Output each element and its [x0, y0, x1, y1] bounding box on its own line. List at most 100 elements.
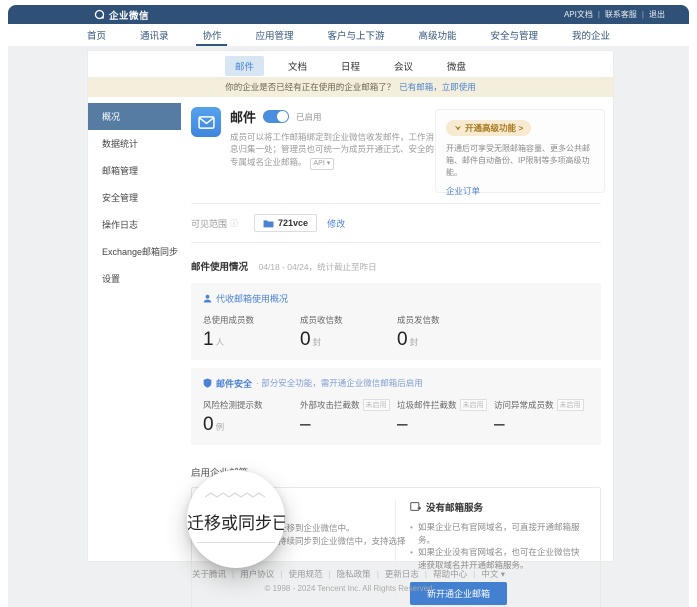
footer-links: 关于腾讯| 用户协议| 使用规范| 隐私政策| 更新日志| 帮助中心| 中文 ▾ — [8, 568, 689, 580]
stat-risk-alerts: 风险检测提示数 0例 — [203, 399, 300, 436]
tab-drive[interactable]: 微盘 — [437, 56, 476, 76]
footer-language-select[interactable]: 中文 ▾ — [481, 568, 505, 580]
sidebar-item-exchange-sync[interactable]: Exchange邮箱同步 — [88, 238, 181, 265]
footer: 关于腾讯| 用户协议| 使用规范| 隐私政策| 更新日志| 帮助中心| 中文 ▾… — [8, 568, 689, 593]
bullet: 如果企业已有官网域名，可直接开通邮箱服务。 — [410, 521, 586, 547]
nav-tab-app-management[interactable]: 应用管理 — [253, 24, 295, 46]
stat-value: 1 — [203, 330, 214, 351]
no-mailbox-header: 没有邮箱服务 — [410, 500, 586, 514]
tab-schedule[interactable]: 日程 — [331, 56, 370, 76]
edit-visibility-link[interactable]: 修改 — [327, 217, 345, 230]
tab-mail[interactable]: 邮件 — [225, 56, 264, 76]
stat-value: 0 — [300, 330, 311, 351]
magnified-rule — [197, 542, 275, 543]
footer-link-about[interactable]: 关于腾讯 — [192, 568, 226, 580]
sidebar-item-settings[interactable]: 设置 — [88, 265, 181, 292]
shield-icon — [203, 378, 212, 388]
stat-sent-mails: 成员发信数 0封 — [397, 314, 494, 351]
tab-meeting[interactable]: 会议 — [384, 56, 423, 76]
status-badge: 未启用 — [460, 399, 487, 411]
topbar-links: API文档 | 联系客服 | 退出 — [564, 9, 665, 20]
notice-bar: 你的企业是否已经有正在使用的企业邮箱了？ 已有邮箱，立即使用 — [88, 77, 613, 97]
api-docs-link[interactable]: API文档 — [564, 9, 593, 20]
app-title: 邮件 — [230, 107, 256, 126]
enterprise-orders-link[interactable]: 企业订单 — [446, 185, 480, 197]
divider: | — [280, 569, 282, 579]
no-mailbox-bullets: 如果企业已有官网域名，可直接开通邮箱服务。 如果企业没有官网域名，也可在企业微信… — [410, 521, 586, 572]
status-badge: 未启用 — [557, 399, 584, 411]
magnified-text: 迁移或同步已 — [187, 509, 285, 534]
premium-promo-box: 开通高级功能 > 开通后可享受无限邮箱容量、更多公共邮箱、邮件自动备份、IP限制… — [435, 109, 605, 193]
contact-support-link[interactable]: 联系客服 — [605, 9, 637, 20]
notice-action-link[interactable]: 已有邮箱，立即使用 — [399, 81, 476, 93]
logout-link[interactable]: 退出 — [649, 9, 665, 20]
magnifier-bubble: 迁移或同步已 — [187, 470, 285, 568]
proxy-mailbox-panel: 代收邮箱使用概况 总使用成员数 1人 成员收信数 0封 — [191, 283, 601, 360]
nav-tab-security-management[interactable]: 安全与管理 — [489, 24, 541, 46]
side-nav: 概况 数据统计 邮箱管理 安全管理 操作日志 Exchange邮箱同步 设置 — [88, 97, 181, 607]
main-card: 邮件 文档 日程 会议 微盘 你的企业是否已经有正在使用的企业邮箱了？ 已有邮箱… — [87, 50, 614, 562]
collab-subtabs: 邮件 文档 日程 会议 微盘 — [88, 51, 613, 77]
content-area: 邮件 文档 日程 会议 微盘 你的企业是否已经有正在使用的企业邮箱了？ 已有邮箱… — [8, 46, 689, 607]
magnified-squiggle — [205, 486, 267, 504]
security-panel-title-row: 邮件安全 · 部分安全功能，需开通企业微信邮箱后启用 — [203, 377, 589, 390]
divider: | — [328, 569, 330, 579]
card-body: 概况 数据统计 邮箱管理 安全管理 操作日志 Exchange邮箱同步 设置 — [88, 97, 613, 607]
app-info: 邮件 已启用 成员可以将工作邮箱绑定到企业微信收发邮件，工作消息归集一处；管理员… — [191, 107, 435, 193]
proxy-stats: 总使用成员数 1人 成员收信数 0封 成员发信数 0封 — [203, 314, 589, 351]
sidebar-item-mailbox-management[interactable]: 邮箱管理 — [88, 157, 181, 184]
premium-promo-text: 开通后可享受无限邮箱容量、更多公共邮箱、邮件自动备份、IP限制等多项高级功能。 — [446, 143, 594, 179]
divider: | — [232, 569, 234, 579]
visibility-row: 可见范围 ⓘ 721vce 修改 — [191, 214, 601, 232]
divider — [191, 242, 601, 243]
stat-external-attacks-blocked: 外部攻击拦截数未启用 – — [300, 399, 397, 436]
divider: | — [377, 569, 379, 579]
stat-spam-blocked: 垃圾邮件拦截数未启用 – — [397, 399, 494, 436]
brand-logo: 企业微信 — [94, 8, 149, 22]
main-nav: 首页 通讯录 协作 应用管理 客户与上下游 高级功能 安全与管理 我的企业 — [8, 24, 689, 46]
divider: | — [598, 10, 600, 19]
footer-link-changelog[interactable]: 更新日志 — [385, 568, 419, 580]
stat-abnormal-access-members: 访问异常成员数未启用 – — [494, 399, 591, 436]
app-header-row: 邮件 已启用 成员可以将工作邮箱绑定到企业微信收发邮件，工作消息归集一处；管理员… — [191, 107, 601, 193]
security-panel-note: · 部分安全功能，需开通企业微信邮箱后启用 — [256, 377, 423, 389]
copyright: © 1998 - 2024 Tencent Inc. All Rights Re… — [8, 584, 689, 593]
brand-name: 企业微信 — [109, 8, 149, 22]
mail-enabled-toggle[interactable] — [263, 110, 289, 123]
visibility-scope-chip: 721vce — [254, 214, 317, 232]
nav-tab-collaboration[interactable]: 协作 — [200, 24, 223, 46]
tab-docs[interactable]: 文档 — [278, 56, 317, 76]
envelope-new-icon — [410, 502, 421, 511]
mail-app-icon — [191, 107, 221, 137]
mail-security-panel: 邮件安全 · 部分安全功能，需开通企业微信邮箱后启用 风险检测提示数 0例 外部… — [191, 368, 601, 445]
footer-link-user-agreement[interactable]: 用户协议 — [240, 568, 274, 580]
api-tag[interactable]: API ▾ — [310, 158, 335, 170]
sidebar-item-statistics[interactable]: 数据统计 — [88, 130, 181, 157]
sidebar-item-overview[interactable]: 概况 — [88, 103, 181, 130]
nav-tab-home[interactable]: 首页 — [85, 24, 108, 46]
footer-link-help-center[interactable]: 帮助中心 — [433, 568, 467, 580]
footer-link-usage-rules[interactable]: 使用规范 — [288, 568, 322, 580]
stat-value: – — [494, 415, 505, 436]
nav-tab-premium-features[interactable]: 高级功能 — [417, 24, 459, 46]
nav-tab-customers[interactable]: 客户与上下游 — [326, 24, 387, 46]
footer-link-privacy[interactable]: 隐私政策 — [337, 568, 371, 580]
stat-value: 0 — [203, 415, 214, 436]
person-icon — [203, 294, 212, 303]
nav-tab-contacts[interactable]: 通讯录 — [138, 24, 171, 46]
status-badge: 未启用 — [363, 399, 390, 411]
notice-text: 你的企业是否已经有正在使用的企业邮箱了？ — [225, 81, 395, 93]
sidebar-item-operation-log[interactable]: 操作日志 — [88, 211, 181, 238]
folder-icon — [263, 219, 274, 228]
sidebar-item-security-management[interactable]: 安全管理 — [88, 184, 181, 211]
nav-tab-my-enterprise[interactable]: 我的企业 — [570, 24, 612, 46]
security-stats: 风险检测提示数 0例 外部攻击拦截数未启用 – 垃圾邮件拦截数未启用 – — [203, 399, 589, 436]
divider: | — [425, 569, 427, 579]
info-icon[interactable]: ⓘ — [230, 218, 238, 229]
visibility-scope-value: 721vce — [278, 218, 308, 228]
stat-value: – — [397, 415, 408, 436]
stat-received-mails: 成员收信数 0封 — [300, 314, 397, 351]
divider: | — [642, 10, 644, 19]
divider — [191, 203, 601, 204]
premium-badge[interactable]: 开通高级功能 > — [446, 120, 531, 136]
